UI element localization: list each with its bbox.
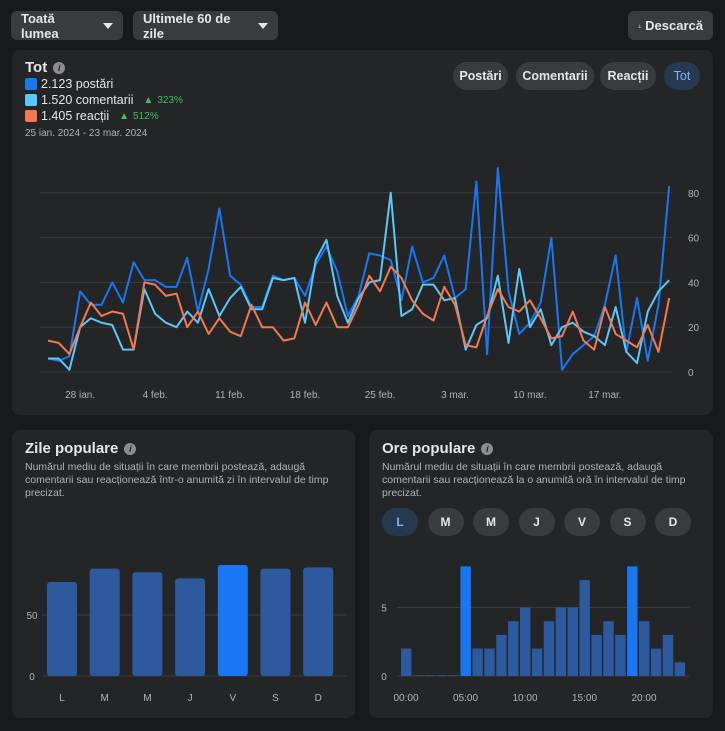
x-tick-label: 10:00: [512, 693, 537, 704]
day-bar: [260, 568, 291, 676]
hour-bar: [603, 621, 614, 676]
x-tick-label: M: [143, 693, 151, 704]
popular-days-card: Zile populare i Numărul mediu de situații…: [12, 430, 355, 718]
day-bar: [89, 568, 120, 676]
y-tick-label: 20: [688, 323, 700, 334]
audience-dropdown[interactable]: Toată lumea: [11, 10, 123, 41]
x-tick-label: 11 feb.: [215, 390, 245, 401]
hour-bar: [674, 662, 686, 676]
hour-bar: [436, 675, 448, 676]
series-line-postări: [47, 167, 671, 371]
hour-bar: [448, 675, 459, 676]
hour-bar: [472, 648, 483, 676]
y-tick-label: 5: [381, 604, 387, 615]
x-tick-label: 10 mar.: [513, 390, 546, 401]
x-tick-label: D: [315, 693, 322, 704]
day-bar: [303, 567, 334, 676]
hour-bar: [543, 621, 555, 676]
hour-bar: [531, 648, 543, 676]
y-tick-label: 0: [29, 672, 35, 683]
x-tick-label: 05:00: [453, 693, 478, 704]
hour-bar: [662, 634, 674, 676]
y-tick-label: 80: [688, 189, 700, 200]
hour-bar: [639, 621, 650, 676]
x-tick-label: S: [272, 693, 279, 704]
x-tick-label: 20:00: [631, 693, 656, 704]
x-tick-label: J: [188, 693, 193, 704]
download-icon: [638, 24, 641, 28]
hour-bar: [591, 634, 602, 676]
day-bar: [217, 564, 248, 676]
download-label: Descarcă: [645, 18, 703, 33]
x-tick-label: M: [101, 693, 109, 704]
x-tick-label: V: [229, 693, 236, 704]
hour-bar: [496, 634, 507, 676]
hour-bar: [615, 634, 626, 676]
x-tick-label: 00:00: [393, 693, 418, 704]
x-tick-label: 18 feb.: [290, 390, 321, 401]
caret-down-icon: [103, 22, 113, 29]
popular-days-chart: 0 50 L M M J V S D: [26, 564, 347, 704]
x-tick-label: 15:00: [572, 693, 597, 704]
overview-card: Tot i 2.123 postări 1.520 comentarii ▲ 323% 1…: [12, 50, 713, 415]
hour-bar: [555, 607, 567, 676]
x-tick-label: 28 ian.: [65, 390, 95, 401]
audience-label: Toată lumea: [21, 10, 59, 41]
hour-bar: [460, 566, 471, 676]
period-dropdown[interactable]: Ultimele 60 de zile: [133, 10, 278, 41]
hour-bar: [424, 675, 436, 676]
y-tick-label: 0: [381, 672, 387, 683]
y-tick-label: 40: [688, 278, 700, 289]
activity-line-chart: 0 20 40 60 80 28 ian. 4 feb. 11 feb. 18 feb. 25 f…: [40, 167, 700, 401]
x-tick-label: L: [59, 693, 65, 704]
hour-bar: [567, 607, 578, 676]
x-tick-label: 25 feb.: [365, 390, 396, 401]
hour-bar: [650, 648, 662, 676]
y-tick-label: 60: [688, 234, 700, 245]
hour-bar: [484, 648, 495, 676]
day-bar: [175, 578, 206, 676]
hour-bar: [508, 621, 519, 676]
hour-bar: [579, 580, 590, 676]
hour-bar: [401, 648, 412, 676]
hour-bar: [520, 607, 531, 676]
popular-hours-chart: 0 5 00:00 05:00 10:00 15:00 20:00: [381, 566, 689, 704]
y-tick-label: 50: [26, 611, 38, 622]
day-bar: [132, 572, 163, 676]
x-tick-label: 3 mar.: [441, 390, 469, 401]
series-line-comentarii: [48, 191, 670, 371]
hour-bar: [412, 675, 424, 676]
period-label: Ultimele 60 de zile: [143, 10, 231, 41]
hour-bar: [627, 566, 638, 676]
popular-hours-card: Ore populare i Numărul mediu de situații …: [369, 430, 713, 718]
x-tick-label: 4 feb.: [143, 390, 168, 401]
download-button[interactable]: Descarcă: [628, 11, 713, 40]
caret-down-icon: [258, 22, 268, 29]
day-bar: [47, 582, 77, 676]
y-tick-label: 0: [688, 368, 694, 379]
x-tick-label: 17 mar.: [588, 390, 621, 401]
